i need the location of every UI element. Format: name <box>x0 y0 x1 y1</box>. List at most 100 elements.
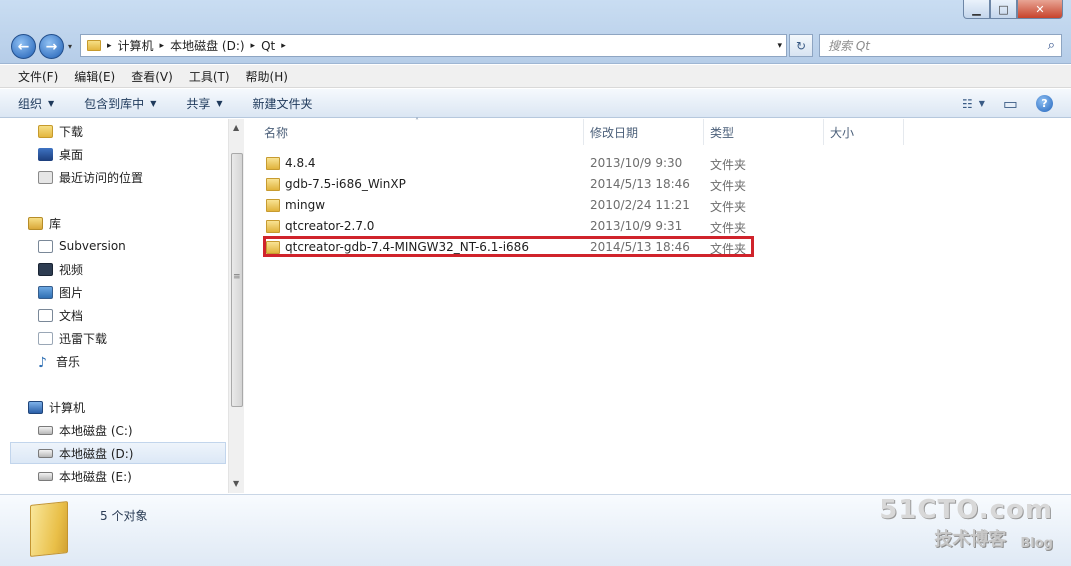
nav-item-music[interactable]: ♪ 音乐 <box>38 350 80 372</box>
include-in-library-button[interactable]: 包含到库中 ▼ <box>84 95 156 112</box>
search-input[interactable]: 搜索 Qt ⌕ <box>819 34 1062 57</box>
folder-icon <box>266 157 280 170</box>
address-dropdown-icon[interactable]: ▾ <box>777 41 782 51</box>
item-count: 5 个对象 <box>100 509 148 523</box>
preview-pane-icon[interactable]: ▭ <box>1003 94 1018 113</box>
column-header-date[interactable]: 修改日期 <box>584 119 704 145</box>
nav-item-documents[interactable]: 文档 <box>38 304 83 326</box>
organize-label: 组织 <box>18 96 43 111</box>
file-date: 2013/10/9 9:30 <box>590 156 683 170</box>
download-folder-icon <box>38 124 53 138</box>
nav-item-desktop[interactable]: 桌面 <box>38 143 83 165</box>
nav-item-drive-e[interactable]: 本地磁盘 (E:) <box>38 465 132 487</box>
file-row[interactable]: 4.8.4 2013/10/9 9:30 文件夹 <box>264 153 984 173</box>
share-label: 共享 <box>186 96 211 111</box>
nav-label: 下载 <box>59 124 84 139</box>
nav-item-recent[interactable]: 最近访问的位置 <box>38 166 143 188</box>
nav-item-libraries[interactable]: 库 <box>28 212 61 234</box>
file-row[interactable]: mingw 2010/2/24 11:21 文件夹 <box>264 195 984 215</box>
refresh-button[interactable]: ↻ <box>789 34 813 57</box>
menu-file[interactable]: 文件(F) <box>10 68 66 85</box>
file-name: gdb-7.5-i686_WinXP <box>285 177 406 191</box>
minimize-button[interactable]: ▁ <box>963 0 990 19</box>
back-arrow-icon: ← <box>17 38 30 55</box>
chevron-right-icon[interactable]: ▸ <box>107 41 112 51</box>
recent-places-icon <box>38 170 53 184</box>
folder-icon <box>266 220 280 233</box>
drive-icon <box>38 448 53 458</box>
new-folder-button[interactable]: 新建文件夹 <box>253 95 313 112</box>
nav-item-drive-d[interactable]: 本地磁盘 (D:) <box>10 442 226 464</box>
chevron-right-icon[interactable]: ▸ <box>251 41 256 51</box>
view-options-icon[interactable]: ☷ <box>962 97 973 111</box>
breadcrumb-drive-d[interactable]: 本地磁盘 (D:) <box>170 37 244 54</box>
view-dropdown-icon[interactable]: ▼ <box>979 99 985 108</box>
folder-icon <box>266 199 280 212</box>
include-library-label: 包含到库中 <box>84 96 145 111</box>
scroll-up-icon[interactable]: ▲ <box>233 123 239 132</box>
chevron-right-icon[interactable]: ▸ <box>281 41 286 51</box>
column-header-type[interactable]: 类型 <box>704 119 824 145</box>
dropdown-arrow-icon: ▼ <box>216 98 223 108</box>
search-placeholder: 搜索 Qt <box>828 39 870 53</box>
forward-button[interactable]: → <box>39 34 64 59</box>
column-header-size[interactable]: 大小 <box>824 119 904 145</box>
scroll-down-icon[interactable]: ▼ <box>233 479 239 488</box>
file-type: 文件夹 <box>710 221 747 235</box>
nav-item-drive-c[interactable]: 本地磁盘 (C:) <box>38 419 133 441</box>
highlight-annotation-box <box>263 236 754 257</box>
file-date: 2014/5/13 18:46 <box>590 177 690 191</box>
menu-tools[interactable]: 工具(T) <box>181 68 238 85</box>
nav-item-pictures[interactable]: 图片 <box>38 281 83 303</box>
nav-label: Subversion <box>59 239 126 253</box>
nav-label: 迅雷下载 <box>59 331 108 346</box>
libraries-icon <box>28 216 43 230</box>
nav-label: 视频 <box>59 262 84 277</box>
file-row[interactable]: qtcreator-2.7.0 2013/10/9 9:31 文件夹 <box>264 216 984 236</box>
file-list: ˄ 名称 修改日期 类型 大小 4.8.4 2013/10/9 9:30 文件夹… <box>245 117 1071 493</box>
column-header-name[interactable]: 名称 <box>258 119 584 145</box>
computer-icon <box>28 400 43 414</box>
videos-icon <box>38 262 53 276</box>
file-row[interactable]: gdb-7.5-i686_WinXP 2014/5/13 18:46 文件夹 <box>264 174 984 194</box>
command-bar: 组织 ▼ 包含到库中 ▼ 共享 ▼ 新建文件夹 ☷ ▼ ▭ ? <box>0 89 1071 118</box>
file-type: 文件夹 <box>710 179 747 193</box>
nav-scrollbar[interactable]: ▲ ≡ ▼ <box>228 119 244 493</box>
nav-item-thunder[interactable]: 迅雷下载 <box>38 327 107 349</box>
folder-icon <box>87 40 101 51</box>
menu-edit[interactable]: 编辑(E) <box>66 68 123 85</box>
maximize-button[interactable]: □ <box>990 0 1017 19</box>
search-icon[interactable]: ⌕ <box>1048 38 1055 53</box>
navigation-pane: 下载 桌面 最近访问的位置 库 Subversion 视频 图片 文档 迅雷下载… <box>0 119 244 493</box>
nav-label: 图片 <box>59 285 84 300</box>
grip-icon: ≡ <box>233 272 241 282</box>
nav-label: 本地磁盘 (C:) <box>59 423 133 438</box>
share-button[interactable]: 共享 ▼ <box>186 95 222 112</box>
thunder-download-icon <box>38 331 53 345</box>
scrollbar-thumb[interactable]: ≡ <box>231 153 243 407</box>
chevron-right-icon[interactable]: ▸ <box>160 41 165 51</box>
nav-item-videos[interactable]: 视频 <box>38 258 83 280</box>
title-bar: ▁ □ ✕ ← → ▾ ▸ 计算机 ▸ 本地磁盘 (D:) ▸ Qt ▸ ▾ ↻ 搜索… <box>0 0 1071 64</box>
help-icon[interactable]: ? <box>1036 95 1053 112</box>
nav-item-subversion[interactable]: Subversion <box>38 235 126 257</box>
file-type: 文件夹 <box>710 200 747 214</box>
recent-pages-dropdown[interactable]: ▾ <box>68 42 72 51</box>
close-button[interactable]: ✕ <box>1017 0 1063 19</box>
nav-item-computer[interactable]: 计算机 <box>28 396 85 418</box>
nav-item-downloads[interactable]: 下载 <box>38 120 83 142</box>
menu-help[interactable]: 帮助(H) <box>238 68 296 85</box>
folder-icon <box>30 501 68 557</box>
watermark-subtitle: 技术博客 <box>934 529 1007 550</box>
breadcrumb-qt[interactable]: Qt <box>261 39 275 53</box>
file-date: 2013/10/9 9:31 <box>590 219 683 233</box>
file-name: mingw <box>285 198 326 212</box>
menu-view[interactable]: 查看(V) <box>123 68 181 85</box>
breadcrumb-computer[interactable]: 计算机 <box>118 37 154 54</box>
back-button[interactable]: ← <box>11 34 36 59</box>
organize-button[interactable]: 组织 ▼ <box>18 95 54 112</box>
watermark-logo: 51CTO.com <box>879 495 1053 525</box>
address-bar[interactable]: ▸ 计算机 ▸ 本地磁盘 (D:) ▸ Qt ▸ ▾ <box>80 34 787 57</box>
watermark-blog: Blog <box>1020 536 1053 551</box>
refresh-icon: ↻ <box>795 38 807 53</box>
